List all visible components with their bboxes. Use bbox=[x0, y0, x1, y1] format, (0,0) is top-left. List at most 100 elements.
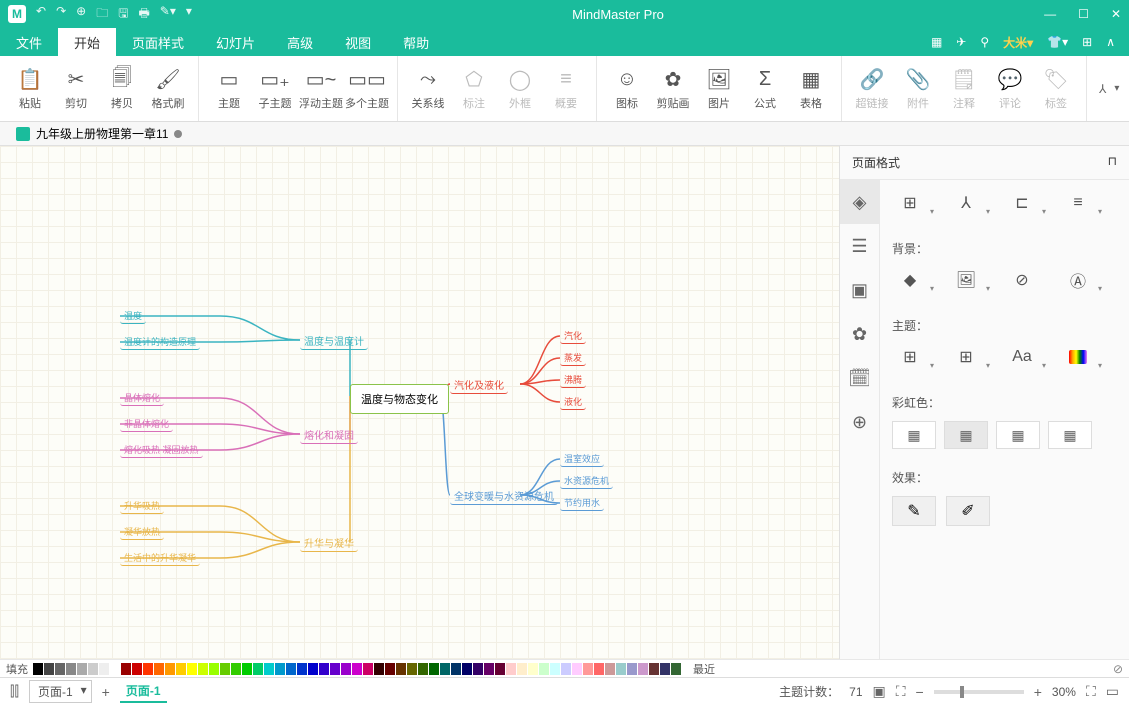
ribbon-粘贴[interactable]: 📋粘贴 bbox=[8, 60, 52, 118]
color-swatch[interactable] bbox=[121, 663, 131, 675]
new-button[interactable]: ⊕ bbox=[76, 4, 86, 25]
maximize-button[interactable]: ☐ bbox=[1078, 7, 1089, 21]
topic-node[interactable]: 温度与温度计 bbox=[300, 332, 368, 350]
topic-node[interactable]: 升华与凝华 bbox=[300, 534, 358, 552]
color-swatch[interactable] bbox=[352, 663, 362, 675]
menu-slideshow[interactable]: 幻灯片 bbox=[200, 28, 271, 56]
menu-help[interactable]: 帮助 bbox=[387, 28, 445, 56]
ribbon-关系线[interactable]: ⤳关系线 bbox=[406, 60, 450, 118]
topic-node[interactable]: 温度计的构造原理 bbox=[120, 334, 200, 350]
canvas[interactable]: 温度与物态变化温度与温度计温度温度计的构造原理熔化和凝固晶体熔化非晶体熔化熔化吸… bbox=[0, 146, 839, 659]
color-swatch[interactable] bbox=[330, 663, 340, 675]
color-swatch[interactable] bbox=[451, 663, 461, 675]
add-page-button[interactable]: + bbox=[102, 684, 110, 700]
menu-page-style[interactable]: 页面样式 bbox=[116, 28, 200, 56]
color-swatch[interactable] bbox=[132, 663, 142, 675]
ribbon-主题[interactable]: ▭主题 bbox=[207, 60, 251, 118]
ribbon-超链接[interactable]: 🔗超链接 bbox=[850, 60, 894, 118]
zoom-slider[interactable] bbox=[934, 690, 1024, 694]
rainbow-2[interactable]: ▦ bbox=[944, 421, 988, 449]
color-swatch[interactable] bbox=[242, 663, 252, 675]
topic-node[interactable]: 蒸发 bbox=[560, 350, 586, 366]
ribbon-公式[interactable]: Σ公式 bbox=[743, 60, 787, 118]
layout-btn-4[interactable]: ≡ bbox=[1060, 190, 1096, 216]
color-swatch[interactable] bbox=[253, 663, 263, 675]
topic-node[interactable]: 生活中的升华凝华 bbox=[120, 550, 200, 566]
user-menu[interactable]: 大米▾ bbox=[1003, 34, 1033, 51]
color-swatch[interactable] bbox=[33, 663, 43, 675]
topic-node[interactable]: 全球变暖与水资源危机 bbox=[450, 487, 558, 505]
open-button[interactable]: 🗀 bbox=[96, 4, 108, 25]
effect-hand[interactable]: ✐ bbox=[946, 496, 990, 526]
color-swatch[interactable] bbox=[572, 663, 582, 675]
color-swatch[interactable] bbox=[66, 663, 76, 675]
document-tab[interactable]: 九年级上册物理第一章11 bbox=[8, 125, 190, 142]
color-swatch[interactable] bbox=[407, 663, 417, 675]
pin-icon[interactable]: ⊓ bbox=[1108, 154, 1117, 171]
central-topic[interactable]: 温度与物态变化 bbox=[350, 384, 449, 414]
topic-node[interactable]: 晶体熔化 bbox=[120, 390, 164, 406]
ribbon-剪贴画[interactable]: ✿剪贴画 bbox=[651, 60, 695, 118]
color-swatch[interactable] bbox=[495, 663, 505, 675]
rainbow-3[interactable]: ▦ bbox=[996, 421, 1040, 449]
color-swatch[interactable] bbox=[308, 663, 318, 675]
color-swatch[interactable] bbox=[363, 663, 373, 675]
color-swatch[interactable] bbox=[473, 663, 483, 675]
menu-view[interactable]: 视图 bbox=[329, 28, 387, 56]
panel-tab-clipart[interactable]: ✿ bbox=[840, 312, 879, 356]
color-swatch[interactable] bbox=[198, 663, 208, 675]
ribbon-剪切[interactable]: ✂剪切 bbox=[54, 60, 98, 118]
topic-node[interactable]: 沸腾 bbox=[560, 372, 586, 388]
color-swatch[interactable] bbox=[297, 663, 307, 675]
color-swatch[interactable] bbox=[143, 663, 153, 675]
topic-node[interactable]: 非晶体熔化 bbox=[120, 416, 173, 432]
menu-file[interactable]: 文件 bbox=[0, 28, 58, 56]
ribbon-标注[interactable]: ⬠标注 bbox=[452, 60, 496, 118]
topic-node[interactable]: 升华吸热 bbox=[120, 498, 164, 514]
share-icon[interactable]: ⚲ bbox=[980, 35, 989, 49]
theme-color[interactable] bbox=[1060, 344, 1096, 370]
topic-node[interactable]: 汽化 bbox=[560, 328, 586, 344]
color-swatch[interactable] bbox=[649, 663, 659, 675]
color-swatch[interactable] bbox=[616, 663, 626, 675]
theme-font[interactable]: Aa bbox=[1004, 344, 1040, 370]
ribbon-格式刷[interactable]: 🖌格式刷 bbox=[146, 60, 190, 118]
menu-start[interactable]: 开始 bbox=[58, 28, 116, 56]
ribbon-表格[interactable]: ▦表格 bbox=[789, 60, 833, 118]
page-tab-1[interactable]: 页面-1 bbox=[120, 680, 167, 703]
close-button[interactable]: ✕ bbox=[1111, 7, 1121, 21]
bg-fill[interactable]: ◆ bbox=[892, 267, 928, 293]
menu-advanced[interactable]: 高级 bbox=[271, 28, 329, 56]
ribbon-附件[interactable]: 📎附件 bbox=[896, 60, 940, 118]
color-swatch[interactable] bbox=[484, 663, 494, 675]
page-selector[interactable]: 页面-1 bbox=[29, 680, 92, 703]
color-swatch[interactable] bbox=[176, 663, 186, 675]
color-swatch[interactable] bbox=[638, 663, 648, 675]
color-swatch[interactable] bbox=[275, 663, 285, 675]
bg-watermark[interactable]: Ⓐ bbox=[1060, 267, 1096, 293]
collapse-ribbon-icon[interactable]: ∧ bbox=[1106, 35, 1115, 49]
color-swatch[interactable] bbox=[605, 663, 615, 675]
topic-node[interactable]: 凝华放热 bbox=[120, 524, 164, 540]
apps-icon[interactable]: ⊞ bbox=[1082, 35, 1092, 49]
qat-more[interactable]: ▾ bbox=[186, 4, 192, 25]
color-swatch[interactable] bbox=[671, 663, 681, 675]
topic-node[interactable]: 熔化和凝固 bbox=[300, 426, 358, 444]
theme-btn-1[interactable]: ⊞ bbox=[892, 344, 928, 370]
color-swatch[interactable] bbox=[561, 663, 571, 675]
color-swatch[interactable] bbox=[264, 663, 274, 675]
color-swatch[interactable] bbox=[110, 663, 120, 675]
color-swatch[interactable] bbox=[220, 663, 230, 675]
color-swatch[interactable] bbox=[539, 663, 549, 675]
color-swatch[interactable] bbox=[187, 663, 197, 675]
color-swatch[interactable] bbox=[385, 663, 395, 675]
ribbon-多个主题[interactable]: ▭▭多个主题 bbox=[345, 60, 389, 118]
ribbon-概要[interactable]: ≡概要 bbox=[544, 60, 588, 118]
grid-icon[interactable]: ▦ bbox=[931, 35, 942, 49]
outline-toggle[interactable]: ⫿⫿ bbox=[10, 683, 19, 700]
topic-node[interactable]: 汽化及液化 bbox=[450, 376, 508, 394]
panel-tab-format[interactable]: ◈ bbox=[840, 180, 879, 224]
color-swatch[interactable] bbox=[165, 663, 175, 675]
fit-page-icon[interactable]: ▣ bbox=[873, 683, 886, 700]
color-swatch[interactable] bbox=[506, 663, 516, 675]
